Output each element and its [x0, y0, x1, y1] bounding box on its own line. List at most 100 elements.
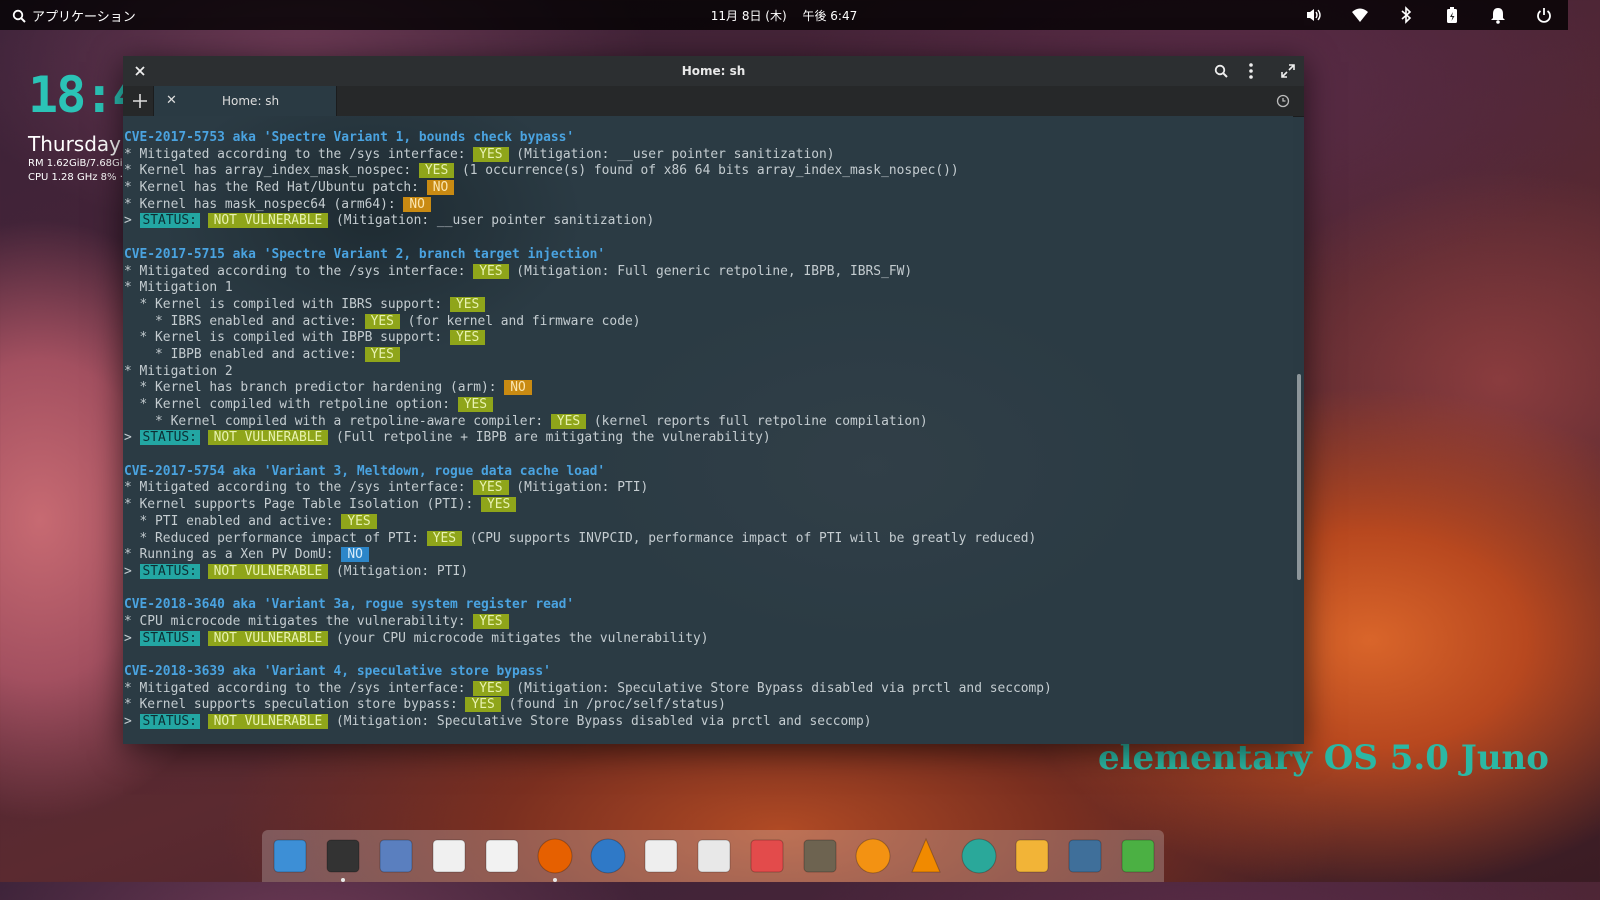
terminal-text-segment: * Kernel supports speculation store bypa…: [124, 697, 466, 713]
terminal-icon[interactable]: [323, 836, 363, 876]
terminal-line: CVE-2017-5754 aka 'Variant 3, Meltdown, …: [124, 464, 1293, 481]
terminal-text-segment: >: [124, 563, 140, 579]
terminal-text-segment: >: [124, 430, 140, 446]
gimp-icon[interactable]: [800, 836, 840, 876]
terminal-b-yes: YES: [473, 146, 509, 162]
terminal-text-segment: * Kernel has mask_nospec64 (arm64):: [124, 196, 404, 212]
thunderbird-icon[interactable]: [588, 836, 628, 876]
tab-home-sh[interactable]: ✕ Home: sh: [153, 86, 337, 116]
terminal-text-segment: (Mitigation: PTI): [328, 563, 468, 579]
terminal-cve: CVE-2018-3639 aka 'Variant 4, speculativ…: [124, 664, 551, 679]
terminal-output[interactable]: CVE-2017-5753 aka 'Spectre Variant 1, bo…: [123, 116, 1293, 744]
terminal-b-nv: NOT VULNERABLE: [207, 630, 329, 646]
applications-label: アプリケーション: [32, 10, 136, 25]
terminal-text-segment: * IBRS enabled and active:: [124, 313, 365, 329]
notifications-icon[interactable]: [1488, 5, 1508, 25]
terminal-line: * Kernel has branch predictor hardening …: [124, 380, 1293, 397]
terminal-cve: CVE-2018-3640 aka 'Variant 3a, rogue sys…: [124, 597, 575, 613]
terminal-line: * IBRS enabled and active: YES (for kern…: [124, 313, 1293, 331]
maximize-icon[interactable]: [1279, 62, 1297, 80]
terminal-b-yes: YES: [449, 296, 486, 312]
terminal-line: * Kernel is compiled with IBPB support: …: [124, 330, 1293, 347]
menu-icon[interactable]: [1242, 62, 1260, 80]
battery-icon[interactable]: [1442, 5, 1462, 25]
terminal-text-segment: * Kernel compiled with a retpoline-aware…: [124, 413, 551, 429]
terminal-text-segment: (Mitigation: PTI): [508, 480, 649, 496]
terminal-line: * Running as a Xen PV DomU: NO: [124, 547, 1293, 564]
terminal-text-segment: * Mitigation 1: [124, 280, 233, 296]
system-tray: [1304, 5, 1554, 25]
terminal-b-nv: NOT VULNERABLE: [207, 430, 329, 446]
text-editor-icon[interactable]: [429, 836, 469, 876]
terminal-text-segment: (1 occurrence(s) found of x86 64 bits ar…: [454, 163, 959, 179]
close-icon[interactable]: [131, 62, 149, 80]
trash-icon[interactable]: [1118, 836, 1158, 876]
terminal-line: > STATUS: NOT VULNERABLE (Mitigation: PT…: [124, 563, 1293, 581]
terminal-text-segment: (Mitigation: Speculative Store Bypass di…: [508, 680, 1052, 696]
terminal-b-yes: YES: [364, 346, 400, 362]
terminal-text-segment: * Kernel has the Red Hat/Ubuntu patch:: [124, 180, 427, 196]
terminal-line: * Mitigated according to the /sys interf…: [124, 263, 1293, 281]
firefox-icon[interactable]: [535, 836, 575, 876]
terminal-line: * Mitigated according to the /sys interf…: [124, 480, 1293, 497]
terminal-cve: CVE-2017-5753 aka 'Spectre Variant 1, bo…: [124, 130, 575, 145]
code-editor-icon[interactable]: [482, 836, 522, 876]
search-icon[interactable]: [1212, 62, 1230, 80]
vlc-icon[interactable]: [906, 836, 946, 876]
volume-icon[interactable]: [1304, 5, 1324, 25]
terminal-text-segment: >: [124, 714, 140, 730]
terminal-line: * Kernel has array_index_mask_nospec: YE…: [124, 163, 1293, 180]
music-icon[interactable]: [853, 836, 893, 876]
calendar-icon[interactable]: [694, 836, 734, 876]
terminal-line: * Mitigation 1: [124, 280, 1293, 297]
terminal-line: CVE-2018-3639 aka 'Variant 4, speculativ…: [124, 664, 1293, 681]
terminal-line: CVE-2017-5715 aka 'Spectre Variant 2, br…: [124, 247, 1293, 264]
terminal-b-yes: YES: [550, 413, 587, 429]
tab-close-icon[interactable]: ✕: [166, 93, 177, 108]
window-title: Home: sh: [681, 64, 746, 78]
terminal-text-segment: (CPU supports INVPCID, performance impac…: [461, 530, 1037, 546]
multitasking-view-icon[interactable]: [270, 836, 310, 876]
terminal-text-segment: (Mitigation: Full generic retpoline, IBP…: [508, 263, 913, 279]
terminal-scrollbar[interactable]: [1297, 374, 1301, 580]
history-icon[interactable]: [1274, 92, 1292, 110]
terminal-line: > STATUS: NOT VULNERABLE (Mitigation: Sp…: [124, 714, 1293, 731]
window-titlebar[interactable]: Home: sh: [123, 56, 1304, 86]
applications-menu[interactable]: アプリケーション: [12, 6, 136, 25]
terminal-text-segment: * Reduced performance impact of PTI:: [124, 530, 427, 546]
terminal-text-segment: * PTI enabled and active:: [124, 513, 342, 529]
terminal-b-nv: NOT VULNERABLE: [207, 714, 329, 730]
terminal-text-segment: * Mitigation 2: [124, 363, 233, 379]
terminal-b-no: NO: [504, 380, 532, 396]
files-icon[interactable]: [376, 836, 416, 876]
os-brand-text: elementary OS 5.0 Juno: [1098, 738, 1549, 778]
downloader-icon[interactable]: [1012, 836, 1052, 876]
terminal-b-nv: NOT VULNERABLE: [207, 563, 329, 579]
terminal-text-segment: (your CPU microcode mitigates the vulner…: [328, 630, 709, 646]
settings-icon[interactable]: [959, 836, 999, 876]
terminal-b-yes: YES: [481, 497, 517, 513]
document-icon[interactable]: [641, 836, 681, 876]
photos-icon[interactable]: [747, 836, 787, 876]
terminal-line: > STATUS: NOT VULNERABLE (your CPU micro…: [124, 630, 1293, 648]
terminal-line: * Kernel has mask_nospec64 (arm64): NO: [124, 196, 1293, 214]
terminal-b-yes: YES: [465, 697, 501, 713]
terminal-text-segment: >: [124, 630, 140, 646]
tab-label: Home: sh: [222, 94, 280, 108]
new-tab-icon[interactable]: [131, 92, 149, 110]
terminal-text-segment: * Kernel compiled with retpoline option:: [124, 397, 458, 412]
terminal-b-yes: YES: [473, 613, 509, 629]
bluetooth-icon[interactable]: [1396, 5, 1416, 25]
terminal-line: * PTI enabled and active: YES: [124, 513, 1293, 531]
wifi-icon[interactable]: [1350, 5, 1370, 25]
top-panel: アプリケーション 11月 8日 (木) 午後 6:47: [0, 0, 1568, 30]
screenshot-icon[interactable]: [1065, 836, 1105, 876]
power-icon[interactable]: [1534, 5, 1554, 25]
terminal-text-segment: (Mitigation: __user pointer sanitization…: [328, 213, 655, 229]
terminal-text-segment: >: [124, 213, 140, 229]
panel-clock[interactable]: 11月 8日 (木) 午後 6:47: [711, 9, 857, 23]
